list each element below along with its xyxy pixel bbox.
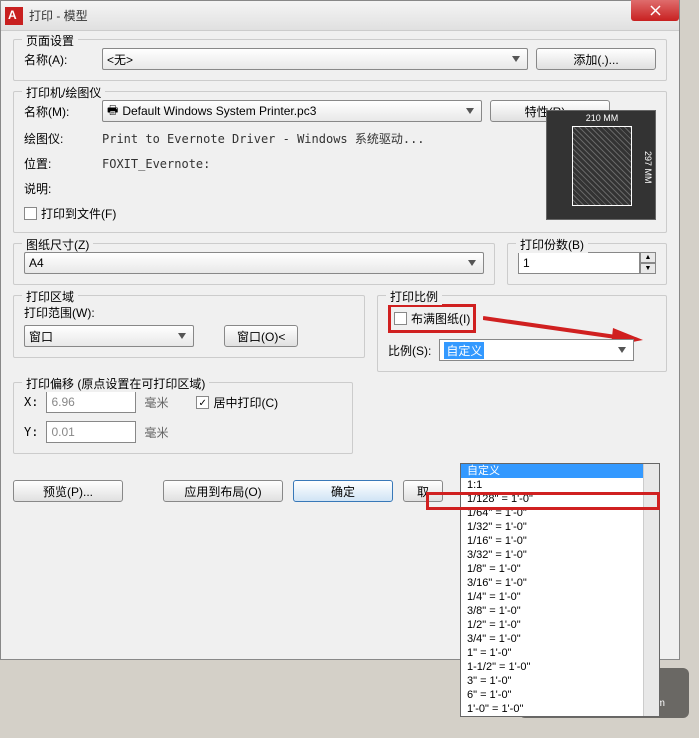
copies-input[interactable]: 1 [518, 252, 640, 274]
spin-down-icon[interactable]: ▼ [640, 263, 656, 274]
printer-legend: 打印机/绘图仪 [22, 84, 105, 101]
scale-option[interactable]: 3/16" = 1'-0" [461, 576, 659, 590]
y-input[interactable]: 0.01 [46, 421, 136, 443]
y-unit: 毫米 [144, 424, 168, 441]
titlebar[interactable]: 打印 - 模型 [1, 1, 679, 31]
scale-option[interactable]: 1/128" = 1'-0" [461, 492, 659, 506]
printer-group: 打印机/绘图仪 名称(M): 🖶 Default Windows System … [13, 91, 667, 233]
plotter-value: Print to Evernote Driver - Windows 系统驱动.… [102, 130, 425, 147]
scale-option[interactable]: 自定义 [461, 464, 659, 478]
fit-to-paper-label: 布满图纸(I) [411, 310, 470, 327]
scale-option[interactable]: 3/4" = 1'-0" [461, 632, 659, 646]
x-label: X: [24, 395, 38, 409]
printer-name-label: 名称(M): [24, 103, 94, 120]
apply-layout-button[interactable]: 应用到布局(O) [163, 480, 283, 502]
scrollbar[interactable] [643, 464, 659, 716]
spin-up-icon[interactable]: ▲ [640, 252, 656, 263]
paper-size-group: 图纸尺寸(Z) A4 [13, 243, 495, 285]
paper-size-legend: 图纸尺寸(Z) [22, 236, 93, 253]
scale-option[interactable]: 1/4" = 1'-0" [461, 590, 659, 604]
ok-button[interactable]: 确定 [293, 480, 393, 502]
desc-label: 说明: [24, 180, 94, 197]
scale-option[interactable]: 1/64" = 1'-0" [461, 506, 659, 520]
copies-group: 打印份数(B) 1 ▲ ▼ [507, 243, 667, 285]
offset-legend: 打印偏移 (原点设置在可打印区域) [22, 375, 209, 392]
center-plot-label: 居中打印(C) [213, 394, 278, 411]
print-range-select[interactable]: 窗口 [24, 325, 194, 347]
cancel-button[interactable]: 取 [403, 480, 443, 502]
offset-group: 打印偏移 (原点设置在可打印区域) X: 6.96 毫米 居中打印(C) Y: … [13, 382, 353, 454]
print-area-group: 打印区域 打印范围(W): 窗口 窗口(O)< [13, 295, 365, 358]
preview-width: 210 MM [572, 113, 632, 123]
chevron-down-icon [461, 102, 479, 120]
print-area-legend: 打印区域 [22, 288, 78, 305]
print-to-file-checkbox[interactable] [24, 207, 37, 220]
location-label: 位置: [24, 155, 94, 172]
chevron-down-icon [613, 341, 631, 359]
window-title: 打印 - 模型 [29, 7, 88, 24]
copies-spinner[interactable]: ▲ ▼ [640, 252, 656, 274]
plotter-label: 绘图仪: [24, 130, 94, 147]
print-scale-legend: 打印比例 [386, 288, 442, 305]
x-input[interactable]: 6.96 [46, 391, 136, 413]
x-unit: 毫米 [144, 394, 168, 411]
chevron-down-icon [173, 327, 191, 345]
fit-to-paper-checkbox[interactable] [394, 312, 407, 325]
scale-option[interactable]: 1/8" = 1'-0" [461, 562, 659, 576]
scale-option[interactable]: 1:1 [461, 478, 659, 492]
page-setup-group: 页面设置 名称(A): <无> 添加(.)... [13, 39, 667, 81]
scale-option[interactable]: 1-1/2" = 1'-0" [461, 660, 659, 674]
paper-preview: 210 MM 297 MM [546, 110, 656, 220]
scale-option[interactable]: 1/32" = 1'-0" [461, 520, 659, 534]
page-setup-name-select[interactable]: <无> [102, 48, 528, 70]
center-plot-checkbox[interactable] [196, 396, 209, 409]
copies-legend: 打印份数(B) [516, 236, 588, 253]
scale-option[interactable]: 3/32" = 1'-0" [461, 548, 659, 562]
name-label: 名称(A): [24, 51, 94, 68]
location-value: FOXIT_Evernote: [102, 157, 210, 171]
print-range-label: 打印范围(W): [24, 306, 95, 320]
printer-name-select[interactable]: 🖶 Default Windows System Printer.pc3 [102, 100, 482, 122]
print-scale-group: 打印比例 布满图纸(I) 比例(S): 自定义 [377, 295, 667, 372]
preview-button[interactable]: 预览(P)... [13, 480, 123, 502]
window-button[interactable]: 窗口(O)< [224, 325, 298, 347]
print-to-file-label: 打印到文件(F) [41, 205, 116, 222]
y-label: Y: [24, 425, 38, 439]
scale-option[interactable]: 1" = 1'-0" [461, 646, 659, 660]
scale-label: 比例(S): [388, 342, 431, 359]
scale-option[interactable]: 3/8" = 1'-0" [461, 604, 659, 618]
add-button[interactable]: 添加(.)... [536, 48, 656, 70]
preview-height: 297 MM [643, 151, 653, 184]
scale-select[interactable]: 自定义 [439, 339, 634, 361]
scale-option[interactable]: 6" = 1'-0" [461, 688, 659, 702]
chevron-down-icon [463, 254, 481, 272]
close-icon [650, 5, 661, 16]
scale-option[interactable]: 1'-0" = 1'-0" [461, 702, 659, 716]
close-button[interactable] [631, 0, 679, 21]
scale-option[interactable]: 1/2" = 1'-0" [461, 618, 659, 632]
autocad-icon [5, 7, 23, 25]
printer-icon: 🖶 [107, 101, 118, 122]
scale-option[interactable]: 3" = 1'-0" [461, 674, 659, 688]
scale-dropdown-list[interactable]: 自定义 1:1 1/128" = 1'-0" 1/64" = 1'-0" 1/3… [460, 463, 660, 717]
paper-size-select[interactable]: A4 [24, 252, 484, 274]
page-setup-legend: 页面设置 [22, 32, 78, 49]
scale-option[interactable]: 1/16" = 1'-0" [461, 534, 659, 548]
chevron-down-icon [507, 50, 525, 68]
